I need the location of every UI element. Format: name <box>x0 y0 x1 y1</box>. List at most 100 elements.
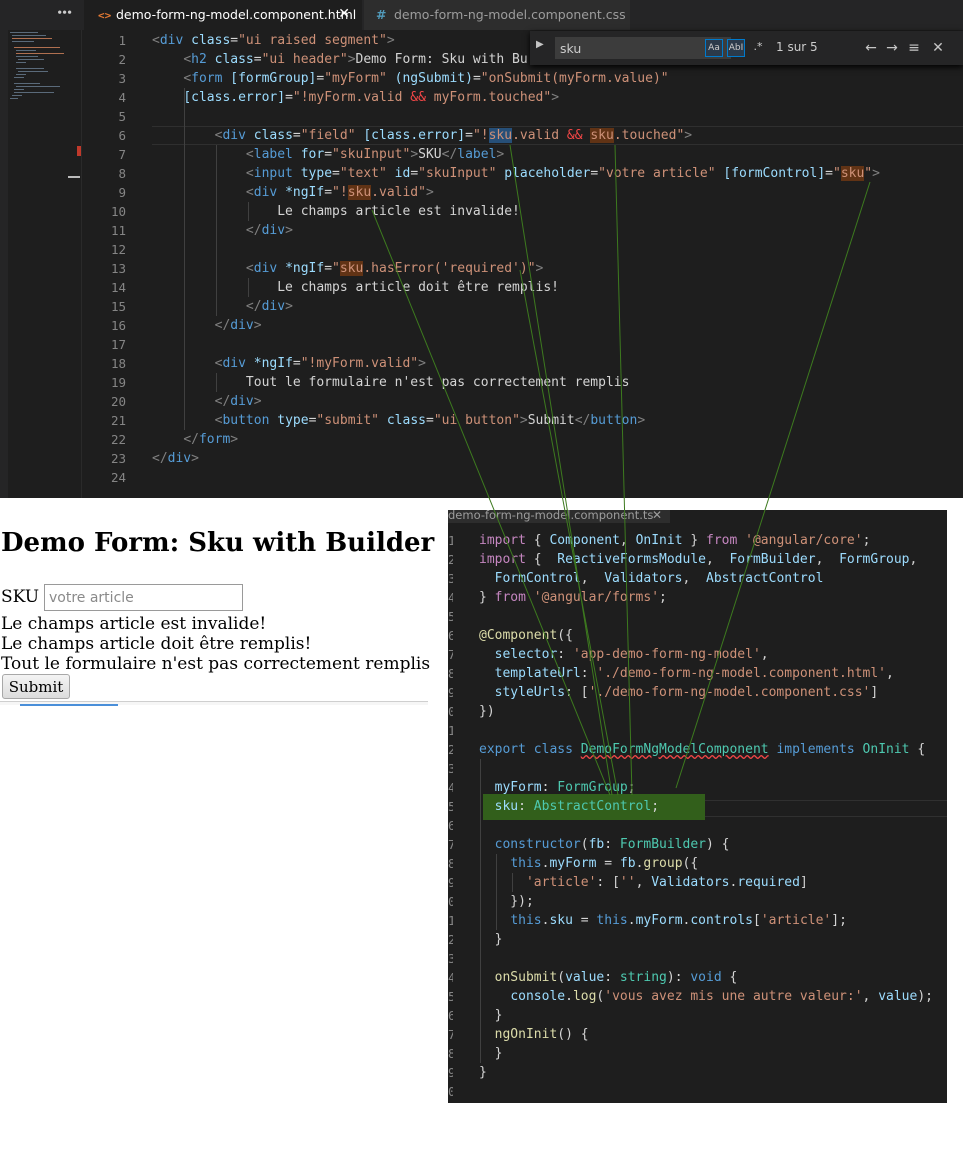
code-line[interactable]: <form [formGroup]="myForm" (ngSubmit)="o… <box>152 69 668 88</box>
match-case-toggle[interactable]: Aa <box>705 39 723 57</box>
code-line[interactable]: 'article': ['', Validators.required] <box>479 873 808 892</box>
line-number: 9 <box>118 185 126 200</box>
code-line[interactable]: }) <box>479 702 495 721</box>
regex-toggle[interactable]: .* <box>749 39 767 57</box>
browser-preview: Demo Form: Sku with Builder SKU Le champ… <box>0 498 448 1150</box>
code-line[interactable]: </div> <box>152 449 199 468</box>
code-line[interactable]: Le champs article est invalide! <box>152 202 520 221</box>
line-number: 0 <box>448 894 453 909</box>
code-line[interactable]: FormControl, Validators, AbstractControl <box>479 569 824 588</box>
code-line[interactable]: myForm: FormGroup; <box>479 778 636 797</box>
code-line[interactable]: </form> <box>152 430 238 449</box>
code-line[interactable]: styleUrls: ['./demo-form-ng-model.compon… <box>479 683 879 702</box>
code-line[interactable]: } <box>479 930 503 949</box>
code-line[interactable]: <h2 class="ui header">Demo Form: Sku wit… <box>152 50 527 69</box>
css-file-icon: # <box>376 7 387 22</box>
line-number: 0 <box>448 1084 453 1099</box>
code-line[interactable]: <button type="submit" class="ui button">… <box>152 411 646 430</box>
sku-input[interactable] <box>44 584 243 611</box>
line-number: 6 <box>448 628 453 643</box>
next-match-icon[interactable]: → <box>883 38 901 58</box>
line-number: 15 <box>110 299 126 314</box>
code-line[interactable]: ngOnInit() { <box>479 1025 589 1044</box>
line-number: 3 <box>448 951 453 966</box>
code-line[interactable]: <div *ngIf="!myForm.valid"> <box>152 354 426 373</box>
tab-html-file[interactable]: <> demo-form-ng-model.component.html ✕ <box>84 0 362 30</box>
line-number: 19 <box>110 375 126 390</box>
line-number: 20 <box>110 394 126 409</box>
tab-ts-file[interactable]: demo-form-ng-model.component.ts ✕ <box>448 510 670 523</box>
line-number: 2 <box>448 932 453 947</box>
line-number: 8 <box>448 1046 453 1061</box>
line-number: 8 <box>118 166 126 181</box>
html-editor-pane: ••• <> demo-form-ng-model.component.html … <box>0 0 963 498</box>
code-line[interactable]: this.myForm = fb.group({ <box>479 854 698 873</box>
tab-css-file[interactable]: # demo-form-ng-model.component.css <box>364 0 630 30</box>
code-line[interactable]: onSubmit(value: string): void { <box>479 968 738 987</box>
close-tab-icon[interactable]: ✕ <box>338 0 350 29</box>
code-line[interactable]: <input type="text" id="skuInput" placeho… <box>152 164 880 183</box>
line-number: 4 <box>448 970 453 985</box>
line-number: 6 <box>118 128 126 143</box>
line-number: 3 <box>448 761 453 776</box>
code-line[interactable]: <label for="skuInput">SKU</label> <box>152 145 504 164</box>
line-number: 24 <box>110 470 126 485</box>
tab-html-label: demo-form-ng-model.component.html <box>116 7 357 22</box>
line-number: 4 <box>448 780 453 795</box>
code-line[interactable]: } <box>479 1044 503 1063</box>
code-line[interactable]: constructor(fb: FormBuilder) { <box>479 835 730 854</box>
editor-tab-bar: ••• <> demo-form-ng-model.component.html … <box>0 0 963 30</box>
code-line[interactable]: import { Component, OnInit } from '@angu… <box>479 531 870 550</box>
minimap[interactable] <box>8 30 68 498</box>
sku-label: SKU <box>1 587 40 607</box>
code-line[interactable]: } <box>479 1006 503 1025</box>
code-line[interactable]: console.log('vous avez mis une autre val… <box>479 987 933 1006</box>
code-line[interactable]: @Component({ <box>479 626 573 645</box>
line-number: 12 <box>110 242 126 257</box>
close-tab-icon[interactable]: ✕ <box>652 510 662 521</box>
close-find-icon[interactable]: ✕ <box>929 38 947 58</box>
line-number: 3 <box>118 71 126 86</box>
code-line[interactable]: <div *ngIf="sku.hasError('required')"> <box>152 259 543 278</box>
code-line[interactable]: } from '@angular/forms'; <box>479 588 667 607</box>
find-in-selection-icon[interactable]: ≡ <box>905 38 923 58</box>
line-number: 5 <box>118 109 126 124</box>
line-number: 7 <box>448 837 453 852</box>
code-line[interactable]: Le champs article doit être remplis! <box>152 278 559 297</box>
match-count: 1 sur 5 <box>776 40 818 54</box>
code-line[interactable]: import { ReactiveFormsModule, FormBuilde… <box>479 550 917 569</box>
code-line[interactable]: <div class="ui raised segment"> <box>152 31 395 50</box>
line-number: 7 <box>448 1027 453 1042</box>
line-number: 2 <box>118 52 126 67</box>
code-line[interactable]: Tout le formulaire n'est pas correctemen… <box>152 373 630 392</box>
form-invalid-message: Tout le formulaire n'est pas correctemen… <box>1 654 431 674</box>
code-line[interactable]: } <box>479 1063 487 1082</box>
code-line[interactable]: </div> <box>152 297 293 316</box>
scroll-position-marker <box>68 176 80 178</box>
submit-button[interactable]: Submit <box>2 674 70 699</box>
match-whole-word-toggle[interactable]: AbI <box>727 39 745 57</box>
more-actions-icon[interactable]: ••• <box>0 0 82 30</box>
code-line[interactable]: </div> <box>152 392 262 411</box>
line-number: 4 <box>448 590 453 605</box>
line-number: 6 <box>448 1008 453 1023</box>
code-line[interactable]: </div> <box>152 316 262 335</box>
code-line[interactable]: <div class="field" [class.error]="!sku.v… <box>152 126 692 145</box>
code-line[interactable]: <div *ngIf="!sku.valid"> <box>152 183 434 202</box>
line-number: 16 <box>110 318 126 333</box>
code-line[interactable]: [class.error]="!myForm.valid && myForm.t… <box>152 88 559 107</box>
line-number: 9 <box>448 685 453 700</box>
line-number: 0 <box>448 704 453 719</box>
code-line[interactable]: this.sku = this.myForm.controls['article… <box>479 911 847 930</box>
line-number: 17 <box>110 337 126 352</box>
toggle-replace-icon[interactable]: ▶ <box>536 39 544 50</box>
line-number: 9 <box>448 1065 453 1080</box>
line-number: 4 <box>118 90 126 105</box>
code-line[interactable]: templateUrl: './demo-form-ng-model.compo… <box>479 664 894 683</box>
previous-match-icon[interactable]: ← <box>862 38 880 58</box>
code-line[interactable]: selector: 'app-demo-form-ng-model', <box>479 645 769 664</box>
code-line[interactable]: </div> <box>152 221 293 240</box>
code-line[interactable]: export class DemoFormNgModelComponent im… <box>479 740 925 759</box>
code-line[interactable]: }); <box>479 892 534 911</box>
code-line[interactable]: sku: AbstractControl; <box>479 797 659 816</box>
